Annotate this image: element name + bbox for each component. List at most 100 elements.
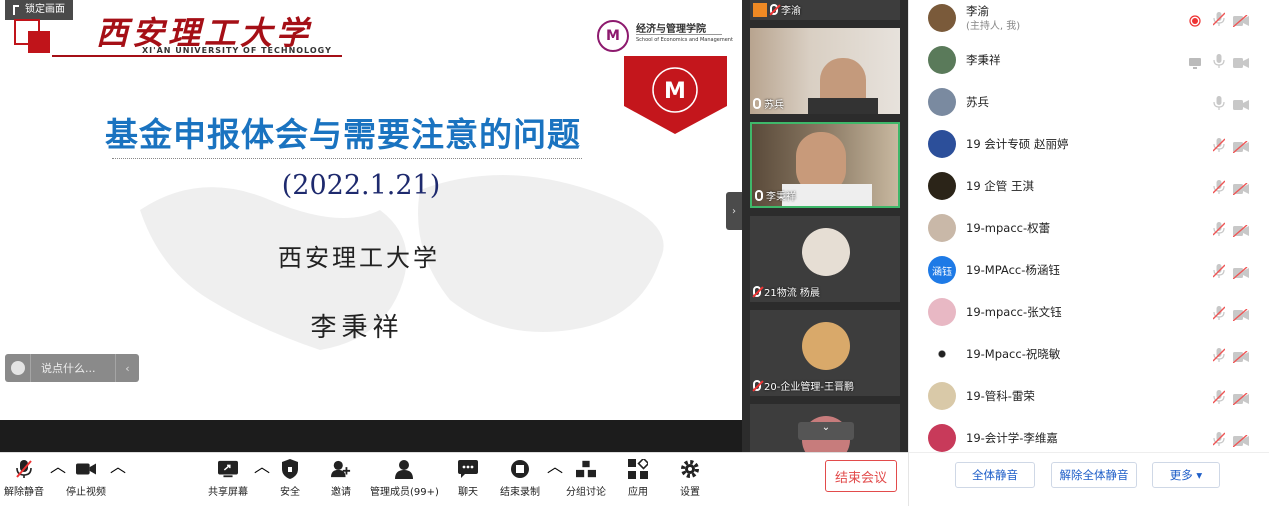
video-tile[interactable]: 李渝 [750,0,900,20]
invite-button[interactable]: 邀请 [331,459,351,498]
screen-share-icon [1189,54,1201,69]
apps-button[interactable]: 应用 [628,459,648,498]
mic-muted-icon[interactable] [1212,431,1226,446]
settings-button[interactable]: 设置 [680,459,700,498]
unmute-all-button[interactable]: 解除全体静音 [1051,462,1137,488]
security-button[interactable]: 安全 [280,459,300,498]
participant-name: 19-会计学-李维嘉 [966,431,1058,445]
mic-icon [755,190,763,201]
chat-button[interactable]: 聊天 [458,459,478,498]
avatar [928,4,956,32]
chat-placeholder: 说点什么... [41,362,96,375]
unmute-label: 解除静音 [4,487,44,498]
svg-text:M: M [664,79,686,104]
participants-panel: 李渝 (主持人, 我) 李秉祥 苏兵 19 会计专硕 赵丽婷 19 企管 王淇 19-mpa… [908,0,1269,506]
camera-off-icon[interactable] [1232,348,1249,364]
user-icon [394,459,414,479]
mic-muted-icon[interactable] [1212,389,1226,404]
avatar [928,46,956,74]
collapse-strip-button[interactable]: › [726,192,742,230]
camera-off-icon[interactable] [1232,138,1249,154]
video-tile[interactable]: 21物流 杨晨 [750,216,900,302]
chevron-up-icon[interactable]: ︿ [547,453,563,477]
mic-muted-icon[interactable] [1212,305,1226,320]
video-strip: 李渝 苏兵 李秉祥 21物流 杨晨 20-企业管理-王晋鹏 ⌄ [742,0,908,452]
participant-row[interactable]: 19-mpacc-张文钰 [909,291,1269,333]
divider [52,55,342,57]
more-button[interactable]: 更多 ▾ [1152,462,1220,488]
security-label: 安全 [280,487,300,498]
emoji-icon[interactable] [5,354,31,382]
breakout-icon [576,459,596,479]
mute-all-button[interactable]: 全体静音 [955,462,1035,488]
camera-off-icon[interactable] [1232,12,1249,28]
participant-name: 19 会计专硕 赵丽婷 [966,137,1069,151]
video-tile[interactable]: 苏兵 [750,28,900,114]
mic-muted-icon[interactable] [1212,137,1226,152]
gear-icon [680,459,700,479]
scroll-down-chevron-icon[interactable]: ⌄ [798,422,854,440]
apps-label: 应用 [628,487,648,498]
camera-off-icon[interactable] [1232,432,1249,448]
mic-icon[interactable] [1213,95,1225,110]
mic-muted-icon [14,459,34,479]
panel-footer: 全体静音 解除全体静音 更多 ▾ [909,452,1269,506]
participant-row[interactable]: 19 企管 王淇 [909,165,1269,207]
camera-off-icon[interactable] [1232,390,1249,406]
slide-author: 李秉祥 [310,313,404,343]
mic-icon[interactable] [1213,53,1225,68]
lock-screen-button[interactable]: 锁定画面 [5,0,73,20]
stop-recording-button[interactable]: 结束录制 [500,459,540,498]
avatar [928,424,956,452]
camera-off-icon[interactable] [1232,180,1249,196]
participant-row[interactable]: 李秉祥 [909,39,1269,81]
share-screen-button[interactable]: 共享屏幕 [208,459,248,498]
participant-row[interactable]: 19-管科-雷荣 [909,375,1269,417]
video-tile[interactable]: 20-企业管理-王晋鹏 [750,310,900,396]
stop-video-button[interactable]: 停止视频 [66,459,106,498]
avatar [928,88,956,116]
slide-title: 基金申报体会与需要注意的问题 [105,115,581,154]
camera-off-icon[interactable] [1232,306,1249,322]
chat-input[interactable]: 说点什么... ‹ [5,354,139,382]
chevron-up-icon[interactable]: ︿ [254,453,270,477]
participant-name: 19-MPAcc-杨涵钰 [966,263,1060,277]
tile-name: 李渝 [781,6,801,17]
camera-off-icon[interactable] [1232,264,1249,280]
university-emblem [14,19,52,55]
participant-row[interactable]: 苏兵 [909,81,1269,123]
manage-members-button[interactable]: 管理成员(99+) [370,459,439,498]
mic-muted-icon[interactable] [1212,11,1226,26]
participant-row[interactable]: 李渝 (主持人, 我) [909,0,1269,39]
participant-row[interactable]: 19-Mpacc-祝晓敏 [909,333,1269,375]
mic-muted-icon[interactable] [1212,263,1226,278]
mic-muted-icon[interactable] [1212,347,1226,362]
video-tile-active[interactable]: 李秉祥 [750,122,900,208]
collapse-chevron-icon[interactable]: ‹ [115,354,139,382]
avatar [928,382,956,410]
mic-muted-icon [753,286,761,297]
invite-label: 邀请 [331,487,351,498]
avatar [802,322,850,370]
avatar [802,228,850,276]
breakout-button[interactable]: 分组讨论 [566,459,606,498]
slide-date: (2022.1.21) [281,170,441,201]
avatar [928,172,956,200]
school-name-en: School of Economics and Management [636,37,733,43]
unmute-button[interactable]: 解除静音 [4,459,44,498]
chevron-up-icon[interactable]: ︿ [110,453,126,477]
video-tile[interactable]: ⌄ [750,404,900,452]
participant-row[interactable]: 涵钰 19-MPAcc-杨涵钰 [909,249,1269,291]
camera-icon[interactable] [1233,96,1249,110]
participant-row[interactable]: 19-mpacc-权蕾 [909,207,1269,249]
breakout-label: 分组讨论 [566,487,606,498]
mic-muted-icon[interactable] [1212,221,1226,236]
mic-muted-icon[interactable] [1212,179,1226,194]
chevron-up-icon[interactable]: ︿ [50,453,66,477]
avatar [928,130,956,158]
participant-name: 李秉祥 [966,53,1001,67]
participant-row[interactable]: 19 会计专硕 赵丽婷 [909,123,1269,165]
end-meeting-button[interactable]: 结束会议 [825,460,897,492]
camera-off-icon[interactable] [1232,222,1249,238]
camera-icon[interactable] [1233,54,1249,68]
